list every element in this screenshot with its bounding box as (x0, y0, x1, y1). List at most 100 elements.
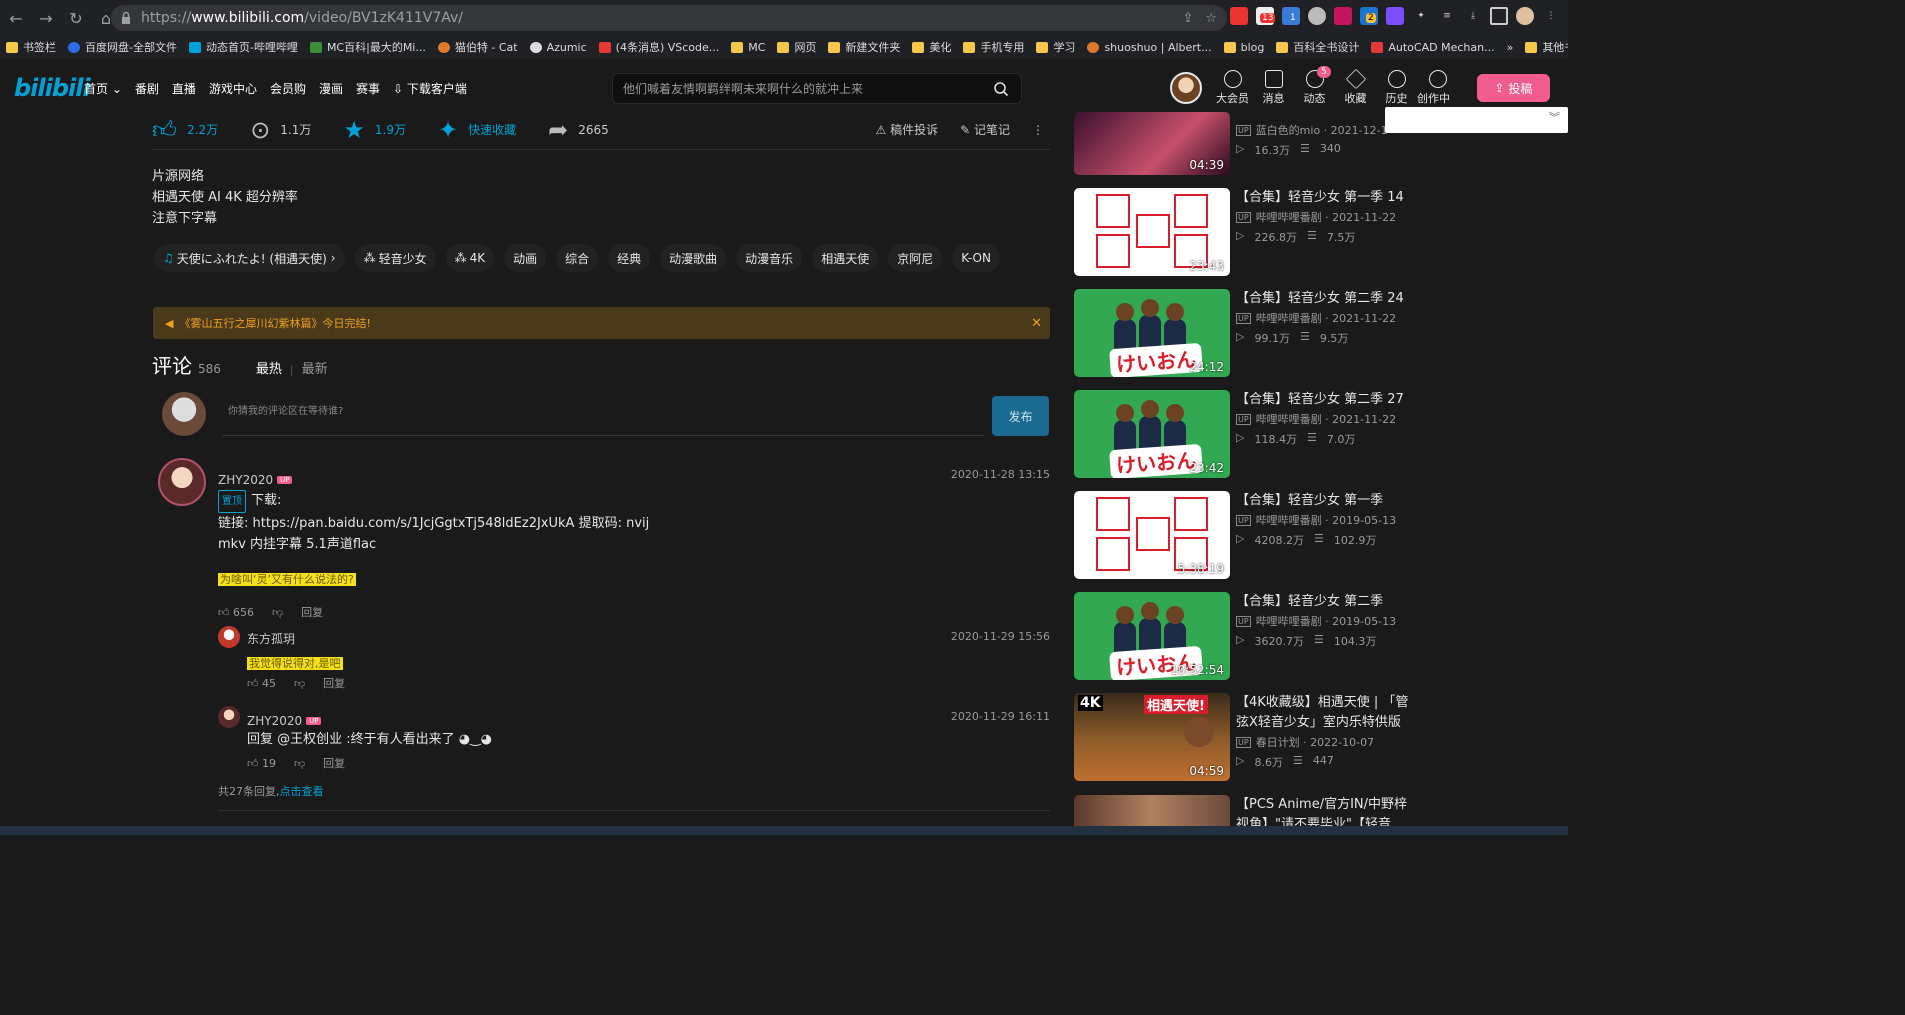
rec-thumbnail[interactable]: けいおん 10:52:54 (1074, 592, 1230, 680)
tag-item[interactable]: K-ON (952, 244, 1000, 272)
sort-hot[interactable]: 最热 (256, 358, 282, 377)
bookmark-item[interactable]: (4条消息) VScode... (593, 36, 726, 58)
rec-item[interactable]: けいおん 10:52:54 【合集】轻音少女 第二季 UP 哔哩哔哩番剧 · 20… (1074, 592, 1414, 680)
tag-item[interactable]: 动画 (504, 244, 547, 272)
rec-thumbnail[interactable]: 4K 相遇天使! 04:59 (1074, 693, 1230, 781)
favorite-button[interactable]: ★ 1.9万 (343, 118, 406, 142)
extension-icon[interactable] (1230, 7, 1248, 25)
reload-button[interactable]: ↻ (62, 4, 90, 32)
avatar[interactable] (218, 626, 240, 648)
nav-manga[interactable]: 漫画 (319, 80, 343, 97)
rec-thumbnail[interactable] (1074, 795, 1230, 826)
dislike-icon[interactable]: 👎︎ (294, 757, 305, 770)
note-button[interactable]: ✎ 记笔记 (960, 121, 1010, 138)
quick-fav-button[interactable]: ✦ 快速收藏 (438, 118, 516, 142)
bookmark-item[interactable]: AutoCAD Mechan... (1365, 36, 1500, 58)
bookmark-item[interactable]: 网页 (771, 36, 822, 58)
rec-thumbnail[interactable]: 23:43 (1074, 188, 1230, 276)
reply-button[interactable]: 回复 (323, 675, 345, 691)
extension-icon[interactable] (1386, 7, 1404, 25)
dislike-icon[interactable]: 👎︎ (294, 677, 305, 690)
star-icon[interactable]: ☆ (1205, 11, 1217, 26)
menu-icon[interactable]: ⋮ (1542, 7, 1560, 25)
like-button[interactable]: 👍︎ 2.2万 (152, 118, 218, 142)
puzzle-icon[interactable]: ✦ (1412, 7, 1430, 25)
bookmark-item[interactable]: blog (1218, 36, 1271, 58)
sidepanel-icon[interactable] (1490, 7, 1508, 25)
bookmark-item[interactable]: 百科全书设计 (1270, 36, 1365, 58)
extension-icon[interactable]: 13 (1256, 7, 1276, 25)
profile-avatar[interactable] (1516, 7, 1534, 25)
avatar[interactable] (158, 458, 206, 506)
rec-thumbnail[interactable]: 5:38:19 (1074, 491, 1230, 579)
bookmark-item[interactable]: MC (725, 36, 771, 58)
search-icon[interactable] (993, 81, 1009, 97)
report-button[interactable]: ⚠ 稿件投诉 (876, 121, 939, 138)
nav-anime[interactable]: 番剧 (135, 80, 159, 97)
send-comment-button[interactable]: 发布 (992, 396, 1049, 436)
bookmark-item[interactable]: 百度网盘-全部文件 (62, 36, 183, 58)
bookmark-item[interactable]: 学习 (1030, 36, 1081, 58)
tag-item[interactable]: 综合 (556, 244, 599, 272)
share-button[interactable]: ➦ 2665 (548, 118, 609, 142)
tag-item[interactable]: 经典 (608, 244, 651, 272)
tag-item[interactable]: 动漫音乐 (736, 244, 803, 272)
dislike-icon[interactable]: 👎︎ (272, 606, 283, 619)
bookmark-item[interactable]: 猫伯特 - Cat (432, 36, 524, 58)
more-icon[interactable]: ⋮ (1032, 123, 1044, 137)
bookmark-item[interactable]: 手机专用 (957, 36, 1030, 58)
nav-live[interactable]: 直播 (172, 80, 196, 97)
coin-button[interactable]: ⊙ 1.1万 (250, 118, 311, 142)
rec-item[interactable]: 4K 相遇天使! 04:59 【4K收藏级】相遇天使 | 「管弦X轻音少女」室内… (1074, 693, 1414, 781)
like-button[interactable]: 👍︎ 19 (247, 757, 276, 770)
reply-button[interactable]: 回复 (301, 604, 323, 620)
notice-bar[interactable]: ◀ 《雾山五行之犀川幻紫林篇》今日完结! ✕ (153, 307, 1050, 339)
bookmark-item[interactable]: shuoshuo | Albert... (1081, 36, 1217, 58)
reply-username[interactable]: 东方孤玥 (247, 630, 295, 647)
bilibili-logo[interactable]: bilibili (14, 74, 91, 102)
nav-home[interactable]: 首页 ⌄ (84, 80, 122, 97)
tag-music[interactable]: ♫ 天使にふれたよ! (相遇天使) › (154, 244, 345, 272)
bookmark-item[interactable]: 动态首页-哔哩哔哩 (183, 36, 304, 58)
forward-button[interactable]: → (32, 4, 60, 32)
tag-item[interactable]: ⁂ 轻音少女 (354, 244, 436, 272)
close-icon[interactable]: ✕ (1031, 316, 1042, 331)
rec-thumbnail[interactable]: 04:39 (1074, 112, 1230, 175)
reply-button[interactable]: 回复 (323, 755, 345, 771)
bookmark-overflow[interactable]: » (1501, 36, 1520, 58)
search-input[interactable]: 他们喊着友情啊羁绊啊未来啊什么的就冲上来 (612, 73, 1022, 104)
bookmark-item[interactable]: MC百科|最大的Mi... (304, 36, 432, 58)
rec-item[interactable]: 23:43 【合集】轻音少女 第一季 14 UP 哔哩哔哩番剧 · 2021-11… (1074, 188, 1414, 276)
bookmark-item[interactable]: Azumic (524, 36, 593, 58)
rec-item[interactable]: けいおん 23:42 【合集】轻音少女 第二季 27 UP 哔哩哔哩番剧 · 20… (1074, 390, 1414, 478)
rec-item[interactable]: 【PCS Anime/官方IN/中野梓视角】"请不要毕业"【轻音少... (1074, 795, 1414, 826)
tag-item[interactable]: 相遇天使 (812, 244, 879, 272)
extension-icon[interactable] (1334, 7, 1352, 25)
queue-icon[interactable]: ≡ (1438, 7, 1456, 25)
extension-icon[interactable]: 2 (1360, 7, 1378, 25)
sort-new[interactable]: 最新 (302, 358, 328, 377)
nav-download[interactable]: ⇩ 下载客户端 (393, 80, 467, 97)
upload-button[interactable]: ⇪ 投稿 (1477, 74, 1550, 102)
like-button[interactable]: 👍︎ 45 (247, 677, 276, 690)
bookmark-item[interactable]: 美化 (906, 36, 957, 58)
reply-username[interactable]: ZHY2020 UP (247, 710, 322, 729)
bookmark-item[interactable]: 书签栏 (0, 36, 62, 58)
rec-thumbnail[interactable]: けいおん 24:12 (1074, 289, 1230, 377)
user-avatar[interactable] (1170, 72, 1202, 104)
nav-match[interactable]: 赛事 (356, 80, 380, 97)
address-bar[interactable]: https://www.bilibili.com/video/BV1zK411V… (111, 5, 1227, 31)
rec-item[interactable]: けいおん 24:12 【合集】轻音少女 第二季 24 UP 哔哩哔哩番剧 · 20… (1074, 289, 1414, 377)
comment-input[interactable]: 你猜我的评论区在等待谁? (222, 396, 984, 436)
rec-item[interactable]: 5:38:19 【合集】轻音少女 第一季 UP 哔哩哔哩番剧 · 2019-05-… (1074, 491, 1414, 579)
download-icon[interactable]: ⤓ (1464, 7, 1482, 25)
extension-icon[interactable]: 1 (1282, 7, 1300, 25)
avatar[interactable] (218, 706, 240, 728)
back-button[interactable]: ← (2, 4, 30, 32)
nav-mall[interactable]: 会员购 (270, 80, 306, 97)
tag-item[interactable]: 京阿尼 (888, 244, 943, 272)
bookmark-item[interactable]: 新建文件夹 (822, 36, 906, 58)
tag-item[interactable]: ⁂ 4K (445, 244, 495, 272)
nav-game[interactable]: 游戏中心 (209, 80, 257, 97)
rec-item[interactable]: 04:39 UP 蓝白色的mio · 2021-12-1 ▷ 16.3万 ☰ 340 (1074, 112, 1414, 175)
